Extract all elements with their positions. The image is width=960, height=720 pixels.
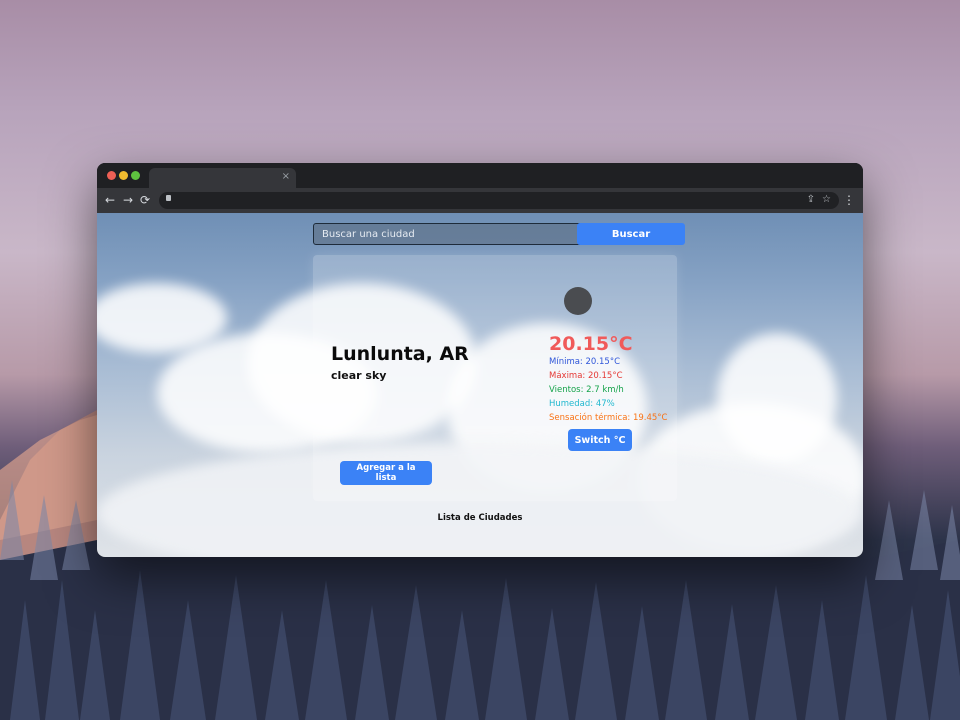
feels-like: Sensación térmica: 19.45°C bbox=[549, 413, 668, 423]
weather-description: clear sky bbox=[331, 369, 387, 382]
search-input[interactable] bbox=[313, 223, 585, 245]
max-temperature: Máxima: 20.15°C bbox=[549, 371, 623, 381]
browser-window: × ← → ⟳ ⇪ ☆ ⋮ Buscar Lunlunta, AR clear … bbox=[97, 163, 863, 557]
browser-tab[interactable]: × bbox=[149, 168, 296, 188]
close-window-button[interactable] bbox=[107, 171, 116, 180]
more-vert-icon[interactable]: ⋮ bbox=[843, 193, 855, 207]
switch-units-button[interactable]: Switch °C bbox=[568, 429, 632, 451]
forward-arrow-icon[interactable]: → bbox=[123, 193, 133, 207]
weather-card: Lunlunta, AR clear sky Agregar a la list… bbox=[313, 255, 677, 501]
city-name: Lunlunta, AR bbox=[331, 343, 469, 365]
star-icon[interactable]: ☆ bbox=[822, 194, 831, 205]
page-viewport: Buscar Lunlunta, AR clear sky Agregar a … bbox=[97, 213, 863, 557]
temperature: 20.15°C bbox=[549, 333, 633, 355]
minimize-window-button[interactable] bbox=[119, 171, 128, 180]
tab-close-icon[interactable]: × bbox=[282, 171, 290, 182]
maximize-window-button[interactable] bbox=[131, 171, 140, 180]
browser-titlebar: × bbox=[97, 163, 863, 188]
add-to-list-button[interactable]: Agregar a la lista bbox=[340, 461, 432, 485]
search-button[interactable]: Buscar bbox=[577, 223, 685, 245]
wind-speed: Vientos: 2.7 km/h bbox=[549, 385, 624, 395]
humidity: Humedad: 47% bbox=[549, 399, 615, 409]
city-list-title: Lista de Ciudades bbox=[437, 513, 523, 523]
lock-icon bbox=[166, 195, 171, 201]
address-bar[interactable]: ⇪ ☆ bbox=[159, 192, 839, 209]
browser-toolbar: ← → ⟳ ⇪ ☆ ⋮ bbox=[97, 188, 863, 214]
weather-icon bbox=[564, 287, 592, 315]
min-temperature: Mínima: 20.15°C bbox=[549, 357, 621, 367]
share-icon[interactable]: ⇪ bbox=[807, 194, 815, 205]
reload-icon[interactable]: ⟳ bbox=[140, 193, 150, 207]
cloud-shape bbox=[717, 333, 837, 463]
search-bar: Buscar bbox=[313, 223, 685, 247]
back-arrow-icon[interactable]: ← bbox=[105, 193, 115, 207]
